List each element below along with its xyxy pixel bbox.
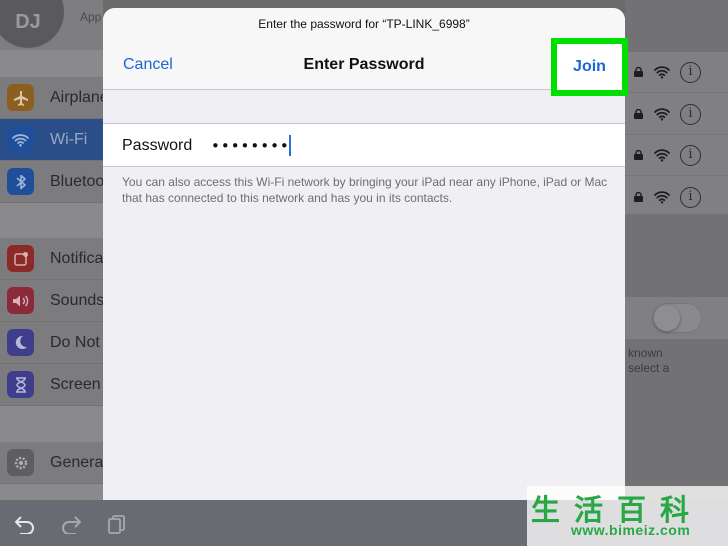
watermark: 生活百科 www.bimeiz.com	[527, 486, 728, 546]
profile-row[interactable]: DJ App	[0, 0, 103, 50]
sidebar-item-bluetooth[interactable]: Bluetooth	[0, 161, 118, 203]
notifications-icon	[7, 245, 34, 272]
sidebar-item-label: General	[50, 453, 107, 471]
sidebar-item-airplane[interactable]: Airplane	[0, 77, 109, 119]
undo-icon[interactable]	[14, 514, 36, 534]
join-button[interactable]: Join	[557, 44, 622, 90]
wifi-signal-icon	[654, 191, 670, 204]
sheet-title: Enter Password	[303, 56, 425, 73]
sidebar-item-label: Sounds	[50, 291, 105, 309]
join-button-highlight: Join	[551, 38, 628, 96]
enter-password-sheet: Enter the password for “TP-LINK_6998” En…	[103, 8, 625, 500]
sheet-header: Enter the password for “TP-LINK_6998” En…	[103, 8, 625, 90]
sidebar-item-wifi[interactable]: Wi-Fi	[0, 119, 103, 161]
gear-icon	[7, 449, 34, 476]
lock-icon	[634, 150, 643, 160]
lock-icon	[634, 109, 643, 119]
redo-icon[interactable]	[60, 514, 82, 534]
network-row[interactable]: i	[625, 53, 728, 93]
sidebar-item-notifications[interactable]: Notifications	[0, 238, 137, 280]
hourglass-icon	[7, 371, 34, 398]
password-label: Password	[122, 137, 193, 154]
sidebar-item-screen-time[interactable]: Screen Time	[0, 364, 140, 406]
sidebar-group-connectivity: Airplane Wi-Fi Bluetooth	[0, 77, 118, 203]
sheet-subtitle: Enter the password for “TP-LINK_6998”	[258, 17, 470, 31]
text-caret	[289, 135, 291, 156]
lock-icon	[634, 192, 643, 202]
wifi-signal-icon	[654, 149, 670, 162]
sidebar-group-general: General	[0, 442, 107, 484]
wifi-signal-icon	[654, 66, 670, 79]
info-icon[interactable]: i	[680, 104, 701, 125]
wifi-signal-icon	[654, 108, 670, 121]
network-row[interactable]: i	[625, 136, 728, 176]
network-row[interactable]: i	[625, 178, 728, 218]
ask-to-join-toggle[interactable]	[652, 303, 702, 333]
moon-icon	[7, 329, 34, 356]
info-icon[interactable]: i	[680, 187, 701, 208]
wifi-icon	[7, 126, 34, 153]
sidebar-item-do-not-disturb[interactable]: Do Not Disturb	[0, 322, 155, 364]
password-input[interactable]	[211, 131, 601, 161]
sidebar-item-label: Wi-Fi	[50, 130, 88, 148]
info-icon[interactable]: i	[680, 62, 701, 83]
password-row: Password	[103, 123, 625, 167]
profile-subtitle: App	[80, 10, 102, 24]
sidebar-item-general[interactable]: General	[0, 442, 107, 484]
sheet-footnote: You can also access this Wi-Fi network b…	[122, 175, 608, 205]
speaker-icon	[7, 287, 34, 314]
network-row[interactable]: i	[625, 95, 728, 135]
sidebar-item-label: Airplane	[50, 88, 109, 106]
info-icon[interactable]: i	[680, 145, 701, 166]
watermark-url: www.bimeiz.com	[571, 522, 691, 538]
avatar: DJ	[0, 0, 64, 48]
lock-icon	[634, 67, 643, 77]
ask-to-join-hint: known select a	[628, 346, 670, 375]
paste-icon[interactable]	[106, 514, 128, 534]
cancel-button[interactable]: Cancel	[123, 56, 173, 74]
bluetooth-icon	[7, 168, 34, 195]
airplane-icon	[7, 84, 34, 111]
sidebar-item-sounds[interactable]: Sounds	[0, 280, 105, 322]
sidebar-group-alerts: Notifications Sounds Do Not Disturb Scre…	[0, 238, 155, 406]
